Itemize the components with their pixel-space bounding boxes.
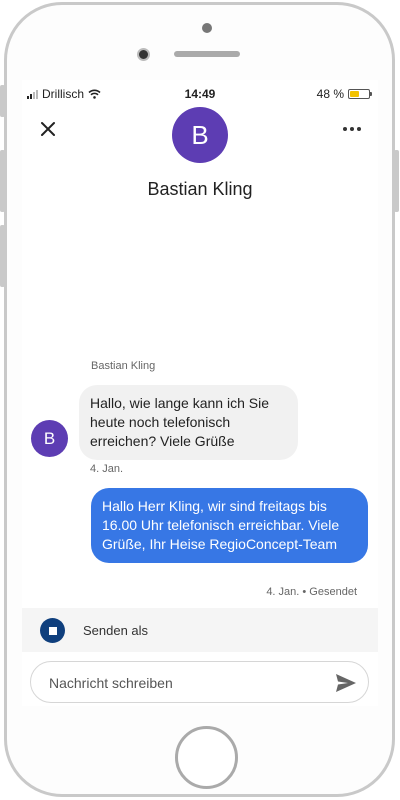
volume-down-button[interactable] (0, 225, 5, 287)
outgoing-message-status: 4. Jan. • Gesendet (266, 586, 357, 598)
message-input[interactable] (49, 672, 319, 694)
sender-label: Bastian Kling (91, 360, 156, 372)
send-icon[interactable] (335, 673, 357, 693)
mute-switch[interactable] (0, 85, 5, 117)
front-camera (137, 48, 150, 61)
screen: Drillisch 14:49 48 % B Bastian Kling Bas… (22, 80, 378, 706)
power-button[interactable] (394, 150, 399, 212)
contact-avatar[interactable]: B (172, 107, 228, 163)
send-as-selector[interactable]: Senden als (22, 608, 378, 652)
heise-logo-icon (40, 618, 65, 643)
proximity-sensor (202, 23, 212, 33)
earpiece-speaker (174, 51, 240, 57)
send-as-label: Senden als (83, 623, 149, 638)
contact-name: Bastian Kling (147, 179, 253, 199)
compose-bar (30, 661, 369, 703)
battery-percent: 48 % (316, 87, 344, 101)
sender-avatar[interactable]: B (31, 420, 68, 457)
outgoing-message[interactable]: Hallo Herr Kling, wir sind freitags bis … (91, 488, 368, 563)
battery-status: 48 % (316, 87, 372, 101)
incoming-message-date: 4. Jan. (90, 463, 124, 475)
volume-up-button[interactable] (0, 150, 5, 212)
status-bar: Drillisch 14:49 48 % (22, 80, 378, 106)
more-options-icon[interactable] (340, 124, 364, 134)
home-button[interactable] (175, 726, 238, 789)
battery-icon (348, 89, 372, 99)
close-icon[interactable] (37, 118, 59, 140)
incoming-message[interactable]: Hallo, wie lange kann ich Sie heute noch… (79, 385, 298, 460)
